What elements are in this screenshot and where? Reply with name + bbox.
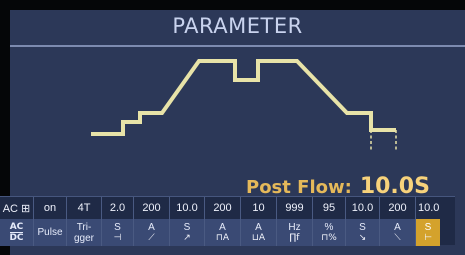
start-current-unit: A: [148, 221, 155, 233]
post-flow-unit: S: [424, 221, 432, 233]
base-current-icon[interactable]: A ⊔A: [241, 219, 277, 246]
pulse-frequency-glyph: ∏f: [289, 232, 300, 243]
upslope-unit: S: [183, 221, 191, 233]
downslope-glyph: ↘: [358, 232, 367, 243]
param-value-base-current[interactable]: 10: [241, 197, 277, 219]
base-current-unit: A: [255, 221, 262, 233]
param-value-post-flow[interactable]: 10.0: [416, 197, 440, 219]
upslope-glyph: ↗: [183, 232, 191, 243]
param-value-trigger[interactable]: 4T: [67, 197, 102, 219]
parameter-values-row: AC ⊞ on 4T 2.0 200 10.0 200 10 999 95 10…: [0, 197, 460, 219]
pulse-label: Pulse: [37, 227, 63, 238]
upslope-icon[interactable]: S ↗: [170, 219, 205, 246]
downslope-unit: S: [359, 221, 366, 233]
param-value-upslope[interactable]: 10.0: [170, 197, 205, 219]
pulse-icon[interactable]: Pulse: [34, 219, 67, 246]
readout-label: Post Flow:: [246, 177, 352, 198]
parameter-icons-row: AC DC Pulse Tri- gger S ⊣ A ⟋ S ↗ A ⊓A A…: [0, 219, 460, 246]
pulse-frequency-unit: Hz: [288, 221, 301, 233]
current-profile-line: [91, 59, 396, 136]
peak-current-glyph: ⊓A: [215, 232, 230, 243]
ac-dc-icon[interactable]: AC DC: [0, 219, 34, 246]
pre-flow-icon[interactable]: S ⊣: [102, 219, 134, 246]
start-current-glyph: ⟋: [148, 232, 155, 243]
trigger-label-top: Tri-: [76, 221, 92, 233]
downslope-icon[interactable]: S ↘: [346, 219, 380, 246]
crater-current-icon[interactable]: A ⟍: [380, 219, 416, 246]
trigger-icon[interactable]: Tri- gger: [67, 219, 102, 246]
param-value-balance[interactable]: 95: [313, 197, 346, 219]
balance-glyph: ⊓%: [321, 232, 337, 243]
start-current-icon[interactable]: A ⟋: [134, 219, 170, 246]
param-value-pre-flow[interactable]: 2.0: [102, 197, 134, 219]
crater-current-unit: A: [394, 221, 401, 233]
balance-unit: %: [324, 221, 334, 233]
pre-flow-glyph: ⊣: [113, 232, 122, 243]
param-value-ac-mode[interactable]: AC ⊞: [0, 197, 34, 219]
balance-icon[interactable]: % ⊓%: [313, 219, 346, 246]
trigger-label-bottom: gger: [73, 232, 94, 244]
param-value-crater-current[interactable]: 200: [380, 197, 416, 219]
peak-current-icon[interactable]: A ⊓A: [205, 219, 241, 246]
pulse-frequency-icon[interactable]: Hz ∏f: [277, 219, 313, 246]
ac-label: AC: [9, 222, 24, 233]
param-value-downslope[interactable]: 10.0: [346, 197, 380, 219]
peak-current-unit: A: [219, 221, 226, 233]
param-value-start-current[interactable]: 200: [134, 197, 170, 219]
crater-current-glyph: ⟍: [394, 232, 401, 243]
base-current-glyph: ⊔A: [251, 232, 266, 243]
param-value-peak-current[interactable]: 200: [205, 197, 241, 219]
dc-label: DC: [9, 233, 24, 243]
param-value-pulse-frequency[interactable]: 999: [277, 197, 313, 219]
param-value-pulse[interactable]: on: [34, 197, 67, 219]
post-flow-glyph: ⊢: [424, 232, 432, 243]
post-flow-icon[interactable]: S ⊢: [416, 219, 440, 246]
parameter-bar: AC ⊞ on 4T 2.0 200 10.0 200 10 999 95 10…: [0, 196, 455, 246]
display-frame: PARAMETER Post Flow: 10.0S AC ⊞ on 4T 2.…: [0, 0, 465, 255]
pre-flow-unit: S: [114, 221, 121, 233]
